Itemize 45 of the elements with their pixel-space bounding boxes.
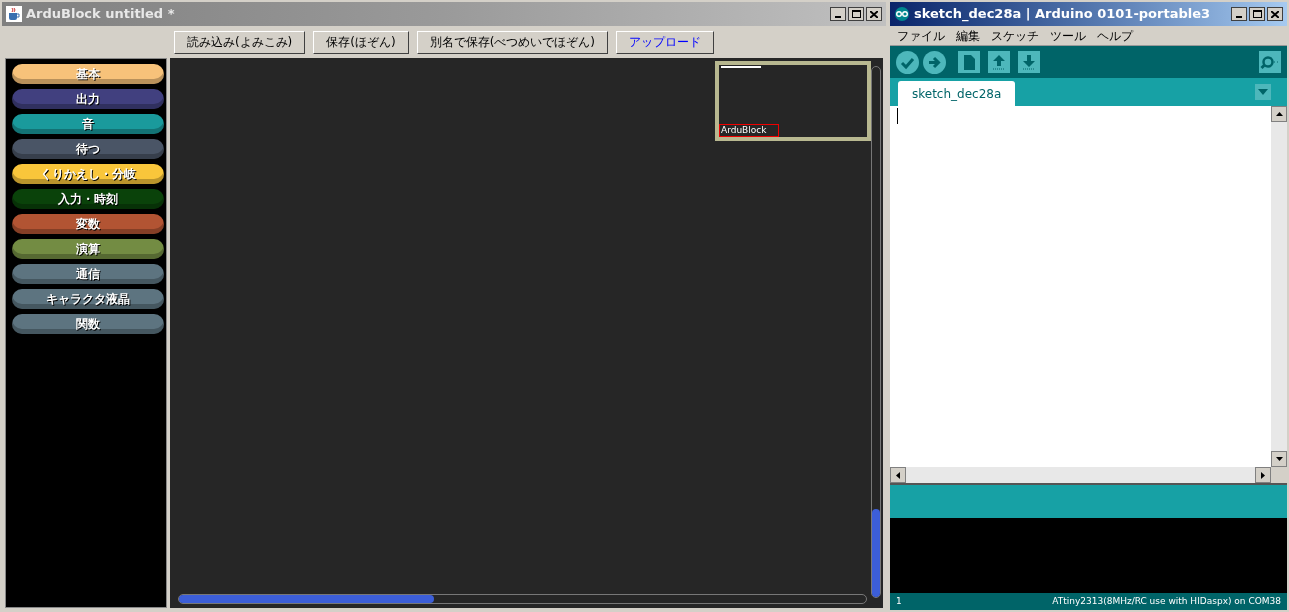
toolbar-button[interactable]: 読み込み(よみこみ)	[173, 30, 306, 54]
menu-item[interactable]: ツール	[1045, 26, 1091, 45]
category-button[interactable]: 通信	[12, 264, 164, 284]
coffee-cup-icon	[6, 6, 22, 22]
tab-menu-button[interactable]	[1255, 84, 1271, 100]
minimize-button[interactable]	[1231, 7, 1247, 21]
up-arrow-icon[interactable]	[1275, 112, 1283, 116]
minimap-label: ArduBlock	[719, 124, 780, 137]
upload-button[interactable]: アップロード	[616, 30, 715, 54]
toolbar-button[interactable]: 保存(ほぞん)	[313, 30, 409, 54]
category-button[interactable]: 出力	[12, 89, 164, 109]
new-file-icon[interactable]	[958, 51, 980, 73]
close-icon	[870, 10, 878, 18]
category-button[interactable]: 待つ	[12, 139, 164, 159]
down-arrow-icon[interactable]	[1275, 457, 1283, 461]
vertical-scrollbar[interactable]	[1271, 106, 1287, 467]
menu-item[interactable]: スケッチ	[986, 26, 1044, 45]
magnifier-icon[interactable]	[1259, 51, 1281, 73]
right-arrow-icon[interactable]	[1261, 471, 1265, 479]
toolbar-button[interactable]: 別名で保存(べつめいでほぞん)	[416, 30, 609, 54]
menu-item[interactable]: 編集	[951, 26, 985, 45]
maximize-button[interactable]	[1249, 7, 1265, 21]
line-number: 1	[896, 594, 903, 608]
window-title: ArduBlock untitled *	[26, 5, 176, 24]
down-triangle-icon	[1258, 89, 1268, 95]
horizontal-scrollbar[interactable]	[890, 467, 1271, 483]
category-button[interactable]: 入力・時刻	[12, 189, 164, 209]
close-icon	[1271, 10, 1279, 18]
close-button[interactable]	[1267, 7, 1283, 21]
category-button[interactable]: 演算	[12, 239, 164, 259]
verify-icon[interactable]	[896, 50, 919, 74]
category-button[interactable]: キャラクタ液晶	[12, 289, 164, 309]
left-arrow-icon[interactable]	[896, 471, 900, 479]
sketch-tab[interactable]: sketch_dec28a	[898, 81, 1016, 106]
category-button[interactable]: 変数	[12, 214, 164, 234]
board-info: ATtiny2313(8MHz/RC use with HIDaspx) on COM38	[1052, 594, 1281, 608]
category-button[interactable]: 関数	[12, 314, 164, 334]
close-button[interactable]	[866, 7, 882, 21]
menu-item[interactable]: ヘルプ	[1092, 26, 1138, 45]
menu-item[interactable]: ファイル	[892, 26, 950, 45]
arrow-right-icon[interactable]	[923, 50, 946, 74]
minimize-button[interactable]	[830, 7, 846, 21]
window-title: sketch_dec28a | Arduino 0101-portable3	[914, 5, 1212, 24]
maximize-button[interactable]	[848, 7, 864, 21]
infinity-logo-icon	[894, 7, 910, 21]
